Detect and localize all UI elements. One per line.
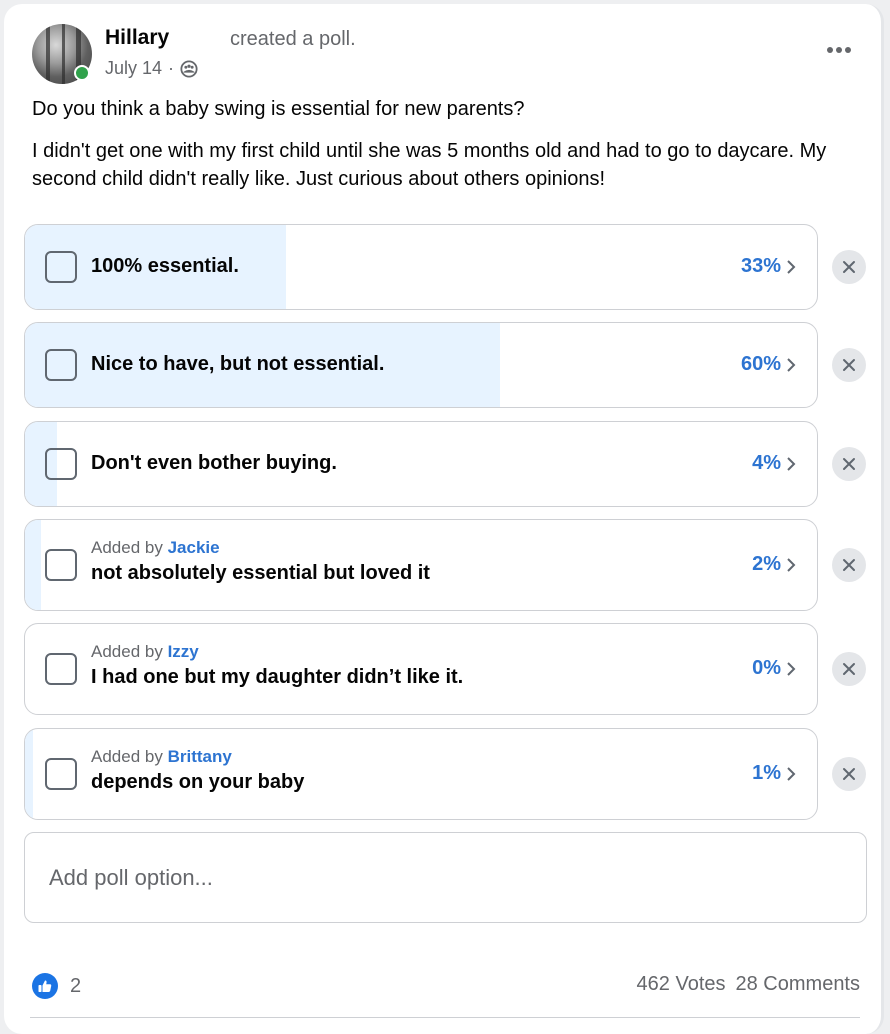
- poll-option-label: 100% essential.: [91, 254, 239, 277]
- poll-option-percent[interactable]: 2%: [752, 553, 781, 576]
- online-status-dot: [74, 65, 90, 81]
- remove-option-button[interactable]: [832, 757, 866, 791]
- poll-option[interactable]: Nice to have, but not essential. 60%: [24, 322, 818, 408]
- poll-option-percent[interactable]: 60%: [741, 353, 781, 376]
- added-by-text: Added by Izzy: [91, 642, 199, 662]
- poll-option-checkbox[interactable]: [45, 447, 77, 480]
- post-action-text: created a poll.: [230, 28, 356, 50]
- reaction-count: 2: [70, 974, 82, 997]
- chevron-right-icon[interactable]: [785, 456, 797, 472]
- chevron-right-icon[interactable]: [785, 766, 797, 782]
- close-icon: [843, 261, 855, 273]
- added-by-user-link[interactable]: Brittany: [168, 747, 232, 766]
- like-icon: [32, 973, 58, 999]
- group-members-icon: [180, 59, 198, 78]
- close-icon: [843, 359, 855, 371]
- poll-option-label: I had one but my daughter didn’t like it…: [91, 666, 464, 688]
- more-options-icon: [827, 47, 833, 53]
- remove-option-button[interactable]: [832, 250, 866, 284]
- remove-option-button[interactable]: [832, 548, 866, 582]
- remove-option-button[interactable]: [832, 447, 866, 481]
- close-icon: [843, 559, 855, 571]
- added-by-prefix: Added by: [91, 642, 163, 661]
- added-by-text: Added by Brittany: [91, 747, 232, 767]
- close-icon: [843, 663, 855, 675]
- close-icon: [843, 768, 855, 780]
- poll-option[interactable]: 100% essential. 33%: [24, 224, 818, 310]
- poll-option[interactable]: Added by Jackie not absolutely essential …: [24, 519, 818, 611]
- poll-option-checkbox[interactable]: [45, 652, 77, 685]
- poll-stats: 462 Votes 28 Comments: [637, 973, 860, 996]
- added-by-user-link[interactable]: Jackie: [168, 538, 220, 557]
- meta-separator: ·: [168, 58, 175, 78]
- chevron-right-icon[interactable]: [785, 557, 797, 573]
- poll-option-percent[interactable]: 1%: [752, 762, 781, 785]
- poll-option[interactable]: Don't even bother buying. 4%: [24, 421, 818, 507]
- poll-option-checkbox[interactable]: [45, 348, 77, 381]
- poll-option-checkbox[interactable]: [45, 548, 77, 581]
- chevron-right-icon[interactable]: [785, 357, 797, 373]
- added-by-text: Added by Jackie: [91, 538, 220, 558]
- added-by-prefix: Added by: [91, 747, 163, 766]
- poll-option-percent[interactable]: 33%: [741, 255, 781, 278]
- post-date[interactable]: July 14: [105, 58, 162, 79]
- added-by-user-link[interactable]: Izzy: [168, 642, 199, 661]
- post-description: I didn't get one with my first child unt…: [32, 140, 827, 190]
- poll-option-percent[interactable]: 0%: [752, 657, 781, 680]
- added-by-prefix: Added by: [91, 538, 163, 557]
- footer-divider: [30, 1017, 860, 1018]
- poll-option-result-bar: [25, 729, 33, 819]
- poll-option-percent[interactable]: 4%: [752, 452, 781, 475]
- chevron-right-icon[interactable]: [785, 661, 797, 677]
- votes-count[interactable]: 462 Votes: [637, 973, 726, 996]
- remove-option-button[interactable]: [832, 348, 866, 382]
- author-name[interactable]: Hillary: [105, 26, 169, 50]
- poll-option-label: Nice to have, but not essential.: [91, 352, 385, 375]
- reactions-summary[interactable]: 2: [32, 973, 81, 999]
- poll-option-label: Don't even bother buying.: [91, 451, 337, 474]
- poll-option-result-bar: [25, 520, 41, 610]
- poll-question: Do you think a baby swing is essential f…: [32, 98, 525, 120]
- poll-option-checkbox[interactable]: [45, 757, 77, 790]
- poll-option-checkbox[interactable]: [45, 250, 77, 283]
- post-meta: July 14 ·: [105, 58, 198, 79]
- more-options-button[interactable]: [822, 40, 856, 60]
- chevron-right-icon[interactable]: [785, 259, 797, 275]
- poll-option-label: not absolutely essential but loved it: [91, 562, 430, 584]
- poll-option[interactable]: Added by Izzy I had one but my daughter d…: [24, 623, 818, 715]
- comments-count[interactable]: 28 Comments: [736, 973, 861, 996]
- close-icon: [843, 458, 855, 470]
- add-poll-option-input[interactable]: [24, 832, 867, 923]
- remove-option-button[interactable]: [832, 652, 866, 686]
- poll-option-label: depends on your baby: [91, 771, 305, 793]
- poll-option[interactable]: Added by Brittany depends on your baby 1%: [24, 728, 818, 820]
